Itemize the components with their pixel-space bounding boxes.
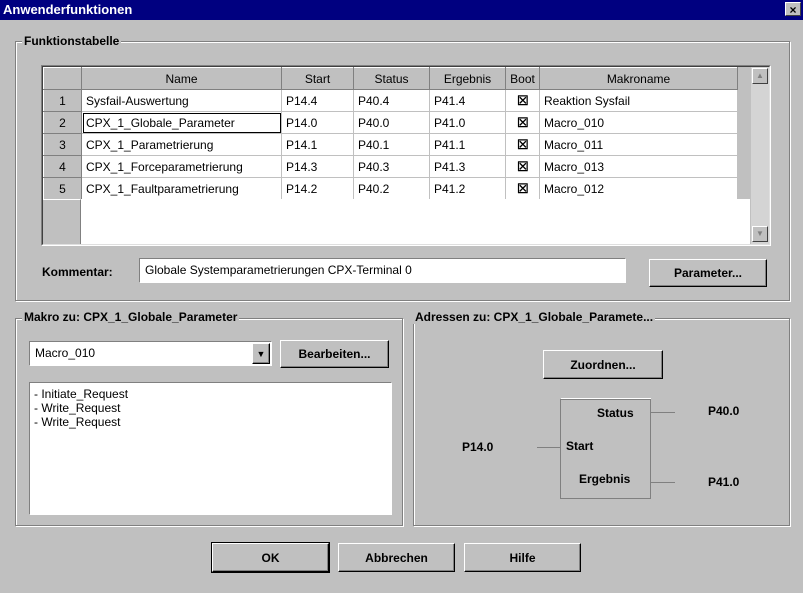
diagram-right-line bbox=[650, 399, 651, 499]
function-table-frame: Name Start Status Ergebnis Boot Makronam… bbox=[41, 65, 771, 246]
zuordnen-button[interactable]: Zuordnen... bbox=[543, 350, 663, 379]
table-empty-area bbox=[81, 199, 750, 244]
cell-status[interactable]: P40.2 bbox=[353, 177, 430, 200]
status-connector bbox=[650, 412, 675, 413]
list-item[interactable]: - Initiate_Request bbox=[34, 387, 128, 401]
cell-start[interactable]: P14.4 bbox=[281, 89, 354, 112]
rownum-filler bbox=[43, 199, 81, 244]
diagram-bottom-line bbox=[561, 498, 651, 499]
row-number: 1 bbox=[43, 89, 82, 112]
table-row[interactable]: 5 CPX_1_Faultparametrierung P14.2 P40.2 P41.… bbox=[43, 177, 738, 200]
cell-boot[interactable]: ☒ bbox=[505, 155, 540, 178]
col-header-rownum bbox=[43, 67, 82, 90]
cell-ergebnis[interactable]: P41.3 bbox=[429, 155, 506, 178]
boot-checkbox[interactable]: ☒ bbox=[517, 94, 529, 107]
row-number: 4 bbox=[43, 155, 82, 178]
function-table: Name Start Status Ergebnis Boot Makronam… bbox=[43, 67, 738, 200]
chevron-down-icon[interactable]: ▼ bbox=[252, 343, 270, 364]
ok-button[interactable]: OK bbox=[211, 542, 330, 573]
cell-start[interactable]: P14.2 bbox=[281, 177, 354, 200]
bearbeiten-button[interactable]: Bearbeiten... bbox=[280, 340, 389, 368]
cell-status[interactable]: P40.0 bbox=[353, 111, 430, 134]
cell-makroname[interactable]: Macro_010 bbox=[539, 111, 738, 134]
close-icon[interactable]: × bbox=[785, 2, 801, 17]
list-item[interactable]: - Write_Request bbox=[34, 401, 128, 415]
table-row[interactable]: 4 CPX_1_Forceparametrierung P14.3 P40.3 P41.… bbox=[43, 155, 738, 178]
status-label: Status bbox=[597, 406, 634, 420]
cell-name[interactable]: CPX_1_Forceparametrierung bbox=[81, 155, 282, 178]
cell-boot[interactable]: ☒ bbox=[505, 133, 540, 156]
ergebnis-connector bbox=[650, 482, 675, 483]
abbrechen-button[interactable]: Abbrechen bbox=[338, 543, 455, 572]
cell-ergebnis[interactable]: P41.4 bbox=[429, 89, 506, 112]
boot-checkbox[interactable]: ☒ bbox=[517, 182, 529, 195]
cell-boot[interactable]: ☒ bbox=[505, 111, 540, 134]
row-number: 3 bbox=[43, 133, 82, 156]
cell-name[interactable]: CPX_1_Globale_Parameter bbox=[81, 111, 282, 134]
ergebnis-label: Ergebnis bbox=[579, 472, 631, 486]
start-label: Start bbox=[566, 439, 594, 453]
col-header-ergebnis[interactable]: Ergebnis bbox=[429, 67, 506, 90]
cell-makroname[interactable]: Reaktion Sysfail bbox=[539, 89, 738, 112]
ergebnis-value: P41.0 bbox=[708, 475, 740, 489]
funktionstabelle-label: Funktionstabelle bbox=[22, 34, 122, 48]
col-header-boot[interactable]: Boot bbox=[505, 67, 540, 90]
cell-name[interactable]: CPX_1_Faultparametrierung bbox=[81, 177, 282, 200]
scroll-up-icon[interactable]: ▲ bbox=[752, 68, 768, 84]
table-header-row: Name Start Status Ergebnis Boot Makronam… bbox=[43, 67, 738, 90]
cell-makroname[interactable]: Macro_011 bbox=[539, 133, 738, 156]
diagram-top-line bbox=[561, 399, 651, 400]
col-header-makroname[interactable]: Makroname bbox=[539, 67, 738, 90]
cell-name[interactable]: Sysfail-Auswertung bbox=[81, 89, 282, 112]
cell-name[interactable]: CPX_1_Parametrierung bbox=[81, 133, 282, 156]
adressen-group-label: Adressen zu: CPX_1_Globale_Paramete... bbox=[413, 310, 656, 324]
macro-select-value: Macro_010 bbox=[35, 346, 96, 360]
cell-boot[interactable]: ☒ bbox=[505, 89, 540, 112]
address-diagram: Status Start Ergebnis bbox=[560, 398, 651, 499]
col-header-start[interactable]: Start bbox=[281, 67, 354, 90]
row-number: 2 bbox=[43, 111, 82, 134]
macro-command-items: - Initiate_Request - Write_Request - Wri… bbox=[34, 387, 128, 429]
list-item[interactable]: - Write_Request bbox=[34, 415, 128, 429]
boot-checkbox[interactable]: ☒ bbox=[517, 138, 529, 151]
macro-command-list[interactable]: - Initiate_Request - Write_Request - Wri… bbox=[29, 382, 392, 515]
boot-checkbox[interactable]: ☒ bbox=[517, 160, 529, 173]
start-value: P14.0 bbox=[462, 440, 494, 454]
makro-group-label: Makro zu: CPX_1_Globale_Parameter bbox=[22, 310, 240, 324]
row-number: 5 bbox=[43, 177, 82, 200]
boot-checkbox[interactable]: ☒ bbox=[517, 116, 529, 129]
table-scrollbar[interactable]: ▲ ▼ bbox=[751, 67, 769, 244]
window-title: Anwenderfunktionen bbox=[3, 2, 133, 17]
cell-status[interactable]: P40.3 bbox=[353, 155, 430, 178]
cell-boot[interactable]: ☒ bbox=[505, 177, 540, 200]
hilfe-button[interactable]: Hilfe bbox=[464, 543, 581, 572]
cell-status[interactable]: P40.4 bbox=[353, 89, 430, 112]
kommentar-label: Kommentar: bbox=[42, 265, 113, 279]
cell-start[interactable]: P14.0 bbox=[281, 111, 354, 134]
table-row[interactable]: 2 CPX_1_Globale_Parameter P14.0 P40.0 P41.0 ☒… bbox=[43, 111, 738, 134]
table-row[interactable]: 3 CPX_1_Parametrierung P14.1 P40.1 P41.1 ☒ Mac… bbox=[43, 133, 738, 156]
macro-select[interactable]: Macro_010 ▼ bbox=[29, 341, 272, 366]
cell-makroname[interactable]: Macro_012 bbox=[539, 177, 738, 200]
cell-ergebnis[interactable]: P41.0 bbox=[429, 111, 506, 134]
cell-start[interactable]: P14.1 bbox=[281, 133, 354, 156]
cell-makroname[interactable]: Macro_013 bbox=[539, 155, 738, 178]
table-row[interactable]: 1 Sysfail-Auswertung P14.4 P40.4 P41.4 ☒ Reakt… bbox=[43, 89, 738, 112]
start-connector bbox=[537, 447, 560, 448]
kommentar-value: Globale Systemparametrierungen CPX-Termi… bbox=[145, 263, 412, 277]
kommentar-field[interactable]: Globale Systemparametrierungen CPX-Termi… bbox=[139, 258, 626, 283]
scroll-down-icon[interactable]: ▼ bbox=[752, 226, 768, 242]
cell-ergebnis[interactable]: P41.1 bbox=[429, 133, 506, 156]
cell-status[interactable]: P40.1 bbox=[353, 133, 430, 156]
cell-ergebnis[interactable]: P41.2 bbox=[429, 177, 506, 200]
cell-start[interactable]: P14.3 bbox=[281, 155, 354, 178]
parameter-button[interactable]: Parameter... bbox=[649, 259, 767, 287]
col-header-status[interactable]: Status bbox=[353, 67, 430, 90]
status-value: P40.0 bbox=[708, 404, 740, 418]
col-header-name[interactable]: Name bbox=[81, 67, 282, 90]
title-bar: Anwenderfunktionen × bbox=[0, 0, 803, 20]
